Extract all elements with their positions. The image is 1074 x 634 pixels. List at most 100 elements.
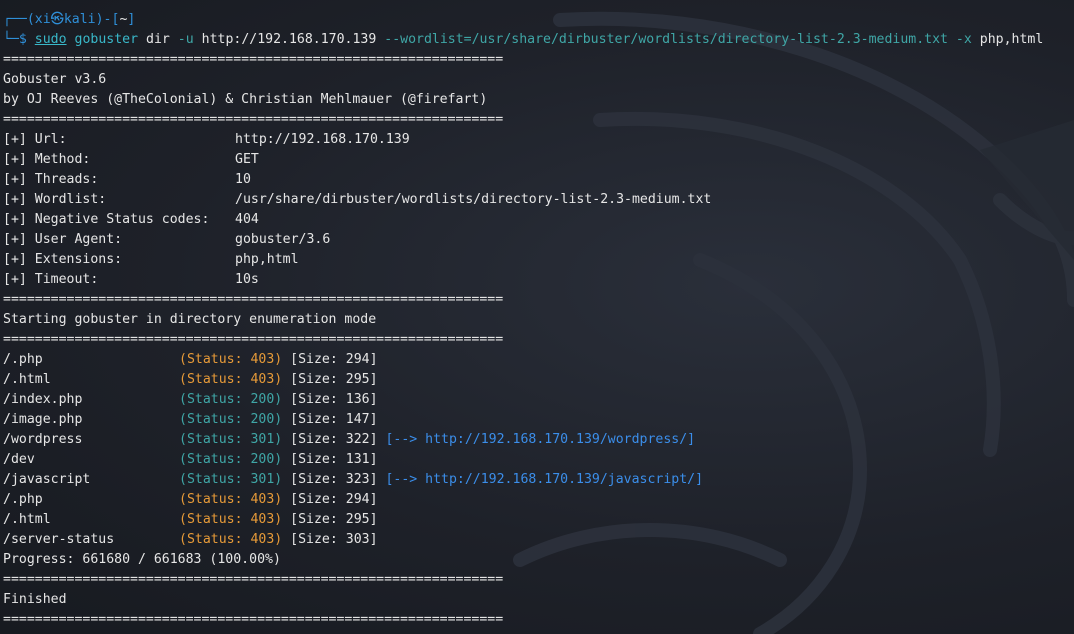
prompt-dollar: $ <box>18 32 27 47</box>
prompt-host: kali <box>63 12 96 27</box>
command-line[interactable]: └─$ sudo gobuster dir -u http://192.168.… <box>3 30 1071 50</box>
results-list: /.php (Status: 403) [Size: 294] /.html (Sta… <box>3 350 1071 550</box>
config-value: GET <box>235 152 259 167</box>
config-key: [+] Url: <box>3 132 67 147</box>
result-status: (Status: 200) <box>179 392 283 407</box>
command-sudo: sudo <box>34 32 67 47</box>
config-key: [+] Method: <box>3 152 91 167</box>
result-size: [Size: 323] <box>290 472 378 487</box>
result-size: [Size: 294] <box>290 492 378 507</box>
kali-skull-icon: ㉿ <box>50 12 64 27</box>
progress-line: Progress: 661680 / 661683 (100.00%) <box>3 552 281 567</box>
config-row: [+] Wordlist: /usr/share/dirbuster/wordli… <box>3 190 1071 210</box>
terminal-output: ┌──(xi㉿kali)-[~] └─$ sudo gobuster dir -… <box>3 10 1071 630</box>
banner-version: Gobuster v3.6 <box>3 72 107 87</box>
result-status: (Status: 200) <box>179 412 283 427</box>
config-value: 404 <box>235 212 259 227</box>
result-size: [Size: 147] <box>290 412 378 427</box>
result-size: [Size: 294] <box>290 352 378 367</box>
result-redirect-link[interactable]: [--> http://192.168.170.139/javascript/] <box>385 472 703 487</box>
config-value: php,html <box>235 252 299 267</box>
config-row: [+] Timeout: 10s <box>3 270 1071 290</box>
prompt-line-top: ┌──(xi㉿kali)-[~] <box>3 10 1071 30</box>
result-status: (Status: 403) <box>179 372 283 387</box>
config-row: [+] User Agent: gobuster/3.6 <box>3 230 1071 250</box>
result-path: /server-status <box>3 532 115 547</box>
config-row: [+] Threads: 10 <box>3 170 1071 190</box>
result-row: /javascript (Status: 301) [Size: 323] [--… <box>3 470 1071 490</box>
config-value: 10 <box>235 172 251 187</box>
config-row: [+] Extensions: php,html <box>3 250 1071 270</box>
config-row: [+] Url: http://192.168.170.139 <box>3 130 1071 150</box>
config-key: [+] Negative Status codes: <box>3 212 210 227</box>
result-row: /index.php (Status: 200) [Size: 136] <box>3 390 1071 410</box>
separator: ========================================… <box>3 612 504 627</box>
finished-line: Finished <box>3 592 67 607</box>
result-path: /.php <box>3 492 43 507</box>
result-status: (Status: 403) <box>179 532 283 547</box>
config-value: /usr/share/dirbuster/wordlists/directory… <box>235 192 712 207</box>
result-row: /dev (Status: 200) [Size: 131] <box>3 450 1071 470</box>
result-size: [Size: 322] <box>290 432 378 447</box>
config-key: [+] Timeout: <box>3 272 99 287</box>
config-value: gobuster/3.6 <box>235 232 331 247</box>
result-path: /javascript <box>3 472 91 487</box>
separator: ========================================… <box>3 332 504 347</box>
banner-authors: by OJ Reeves (@TheColonial) & Christian … <box>3 92 488 107</box>
result-path: /.html <box>3 372 51 387</box>
separator: ========================================… <box>3 292 504 307</box>
config-key: [+] Wordlist: <box>3 192 107 207</box>
result-row: /.html (Status: 403) [Size: 295] <box>3 370 1071 390</box>
prompt-corner-top: ┌──( <box>3 12 35 27</box>
result-path: /.php <box>3 352 43 367</box>
result-size: [Size: 295] <box>290 372 378 387</box>
prompt-corner-bottom: └─ <box>3 32 19 47</box>
result-size: [Size: 136] <box>290 392 378 407</box>
result-path: /wordpress <box>3 432 83 447</box>
separator: ========================================… <box>3 572 504 587</box>
config-key: [+] User Agent: <box>3 232 123 247</box>
config-value: 10s <box>235 272 259 287</box>
separator: ========================================… <box>3 112 504 127</box>
result-row: /.html (Status: 403) [Size: 295] <box>3 510 1071 530</box>
config-list: [+] Url: http://192.168.170.139 [+] Method… <box>3 130 1071 290</box>
prompt-close: ] <box>127 12 136 27</box>
result-status: (Status: 403) <box>179 512 283 527</box>
config-row: [+] Method: GET <box>3 150 1071 170</box>
command-flag-x: -x <box>955 32 972 47</box>
config-row: [+] Negative Status codes: 404 <box>3 210 1071 230</box>
result-status: (Status: 301) <box>179 472 283 487</box>
start-message: Starting gobuster in directory enumerati… <box>3 312 377 327</box>
config-key: [+] Extensions: <box>3 252 123 267</box>
result-size: [Size: 303] <box>290 532 378 547</box>
result-status: (Status: 403) <box>179 492 283 507</box>
terminal-window[interactable]: ┌──(xi㉿kali)-[~] └─$ sudo gobuster dir -… <box>0 0 1074 634</box>
command-gobuster: gobuster <box>74 32 139 47</box>
result-size: [Size: 295] <box>290 512 378 527</box>
command-ext: php,html <box>979 32 1044 47</box>
result-path: /image.php <box>3 412 83 427</box>
command-url: http://192.168.170.139 <box>201 32 377 47</box>
config-value: http://192.168.170.139 <box>235 132 410 147</box>
result-row: /server-status (Status: 403) [Size: 303] <box>3 530 1071 550</box>
result-row: /wordpress (Status: 301) [Size: 322] [-->… <box>3 430 1071 450</box>
result-path: /.html <box>3 512 51 527</box>
result-status: (Status: 200) <box>179 452 283 467</box>
result-status: (Status: 301) <box>179 432 283 447</box>
result-row: /.php (Status: 403) [Size: 294] <box>3 490 1071 510</box>
separator: ========================================… <box>3 52 504 67</box>
result-row: /.php (Status: 403) [Size: 294] <box>3 350 1071 370</box>
command-flag-u: -u <box>177 32 194 47</box>
command-wordlist-path: /usr/share/dirbuster/wordlists/directory… <box>471 32 948 47</box>
config-key: [+] Threads: <box>3 172 99 187</box>
result-path: /dev <box>3 452 35 467</box>
prompt-sep: )-[ <box>95 12 120 27</box>
result-size: [Size: 131] <box>290 452 378 467</box>
command-wordlist-flag: --wordlist= <box>384 32 472 47</box>
command-dir: dir <box>146 32 170 47</box>
result-row: /image.php (Status: 200) [Size: 147] <box>3 410 1071 430</box>
result-redirect-link[interactable]: [--> http://192.168.170.139/wordpress/] <box>385 432 695 447</box>
result-path: /index.php <box>3 392 83 407</box>
result-status: (Status: 403) <box>179 352 283 367</box>
prompt-user: xi <box>34 12 51 27</box>
